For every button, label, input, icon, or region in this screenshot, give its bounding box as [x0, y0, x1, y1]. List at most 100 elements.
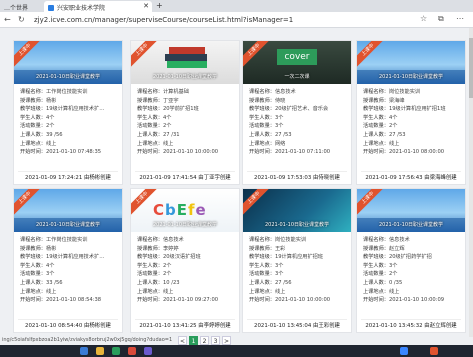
- course-thumbnail[interactable]: 上课中 2021-01-10日职业课堂教学: [357, 41, 465, 84]
- browser-tab-2[interactable]: 兴安职业技术学院 ✕: [44, 1, 152, 12]
- course-grid: 上课中 2021-01-10日职业课堂教学 课程名称：工作岗位技能实训 授课教师：杨彬…: [0, 40, 473, 355]
- detail-students: 学生人数：4个: [20, 262, 55, 269]
- detail-start: 开始时间：2021-01-10 07:11:00: [249, 149, 331, 156]
- course-thumbnail[interactable]: cover 上课中 一次二次课: [243, 41, 351, 84]
- live-ribbon: 上课中: [357, 41, 389, 71]
- thumbnail-caption: 2021-01-10日职业课堂教学: [35, 222, 101, 228]
- live-ribbon: 上课中: [14, 41, 46, 71]
- url-field[interactable]: zjy2.icve.com.cn/manager/superviseCourse…: [34, 16, 293, 24]
- page-button[interactable]: 2: [200, 336, 209, 345]
- detail-start: 开始时间：2021-01-10 08:00:00: [363, 149, 445, 156]
- pagination: <1 2 3 >: [178, 336, 233, 345]
- detail-attendance: 上课人数：39 /56: [20, 131, 63, 138]
- detail-owner: 授课教师：杨彬: [20, 245, 57, 252]
- detail-activities: 活动数量：3个: [20, 271, 55, 278]
- taskbar-app-icon[interactable]: [400, 347, 408, 355]
- collections-icon[interactable]: ⧉: [438, 14, 444, 24]
- detail-activities: 活动数量：2个: [20, 123, 55, 130]
- detail-name: 课程名称：计算机基础: [137, 89, 189, 95]
- detail-class: 教学班级：19级计算机应用技术扩…: [20, 106, 105, 113]
- course-thumbnail[interactable]: 上课中 2021-01-10日职业课堂教学: [243, 189, 351, 232]
- detail-location: 上课地点：网络: [249, 140, 286, 147]
- course-card[interactable]: 上课中 2021-01-10日职业课堂教学 课程名称：岗位技能实训 授课教师：梁海峰教…: [356, 40, 466, 185]
- course-thumbnail[interactable]: 上课中 2021-01-10日职业课堂教学: [14, 41, 122, 84]
- taskbar-app-icon[interactable]: [128, 347, 136, 355]
- detail-class: 教学班级：19级计算机应用扩招1班: [363, 106, 446, 113]
- detail-location: 上课地点：线上: [363, 140, 400, 147]
- course-card[interactable]: CbEfe 上课中 2021-01-10日职业课堂教学 课程名称：信息技术 授课教师：李…: [130, 188, 240, 333]
- detail-owner: 授课教师：王彩: [249, 245, 286, 252]
- card-footer: 2021-01-10 13:41:25 由李婷婷创建: [139, 323, 231, 329]
- detail-students: 学生人数：3个: [249, 262, 284, 269]
- divider: [247, 171, 347, 172]
- next-page-button[interactable]: >: [222, 336, 231, 345]
- detail-attendance: 上课人数：33 /56: [20, 279, 63, 286]
- divider: [361, 319, 461, 320]
- course-card[interactable]: 上课中 2021-01-10日职业课堂教学课程名称：工作岗位技能实训 授课教师：杨彬…: [13, 188, 123, 333]
- tab-label: 兴安职业技术学院: [57, 5, 106, 12]
- live-ribbon: 上课中: [243, 189, 275, 219]
- taskbar-app-icon[interactable]: [80, 347, 88, 355]
- close-icon[interactable]: ✕: [143, 2, 149, 10]
- course-card[interactable]: 上课中 2021-01-10日职业课堂教学 课程名称：岗位技能实训 授课教师：王彩 教学…: [242, 188, 352, 333]
- detail-start: 开始时间：2021-01-10 09:27:00: [137, 297, 219, 304]
- course-thumbnail[interactable]: 上课中 2021-01-10日职业课堂教学: [357, 189, 465, 232]
- detail-name: 课程名称：工作岗位技能实训: [20, 237, 88, 243]
- live-ribbon: 上课中: [243, 41, 275, 71]
- menu-icon[interactable]: ⋯: [456, 14, 464, 23]
- taskbar-app-icon[interactable]: [430, 347, 438, 355]
- page-button[interactable]: 3: [211, 336, 220, 345]
- course-thumbnail[interactable]: 上课中 2021-01-10日职业课堂教学: [131, 41, 239, 84]
- course-thumbnail[interactable]: CbEfe 上课中 2021-01-10日职业课堂教学: [131, 189, 239, 232]
- detail-class: 教学班级：19计算机应用扩招班: [249, 254, 324, 261]
- divider: [361, 171, 461, 172]
- detail-attendance: 上课人数：10 /23: [137, 279, 180, 286]
- detail-class: 教学班级：20级扩招药学扩招: [363, 254, 432, 261]
- taskbar-app-icon[interactable]: [112, 347, 120, 355]
- course-details: 课程名称：计算机基础 授课教师：丁亚宇 教学班级：20学前扩招1班 学生人数：4个 活动…: [137, 88, 237, 157]
- refresh-icon[interactable]: ↻: [18, 15, 25, 24]
- taskbar-app-icon[interactable]: [96, 347, 104, 355]
- detail-location: 上课地点：线上: [20, 288, 57, 295]
- scrollbar[interactable]: [469, 28, 473, 337]
- new-tab-icon[interactable]: +: [156, 1, 163, 10]
- course-card[interactable]: 上课中 2021-01-10日职业课堂教学 课程名称：信息技术 授课教师：赵立辉 教学班…: [356, 188, 466, 333]
- live-ribbon: 上课中: [14, 189, 46, 219]
- divider: [135, 171, 235, 172]
- detail-location: 上课地点：线上: [363, 288, 400, 295]
- back-icon[interactable]: ←: [4, 15, 11, 24]
- course-details: 课程名称：岗位技能实训 授课教师：王彩 教学班级：19计算机应用扩招班 学生人数：3个…: [249, 236, 349, 305]
- course-details: 课程名称：信息技术 授课教师：赵立辉 教学班级：20级扩招药学扩招 学生人数：3个 活动…: [363, 236, 463, 305]
- divider: [135, 319, 235, 320]
- browser-tab-1[interactable]: …个世界: [0, 1, 42, 12]
- detail-students: 学生人数：2个: [137, 262, 172, 269]
- favorite-icon[interactable]: ☆: [420, 14, 427, 23]
- course-card[interactable]: cover 上课中 一次二次课 课程名称：信息技术 授课教师：侍晓 教学班级：20级扩招艺…: [242, 40, 352, 185]
- card-footer: 2021-01-10 13:45:04 由王彩创建: [254, 323, 340, 329]
- card-footer: 2021-01-09 17:53:03 由侍晓创建: [254, 175, 340, 181]
- prev-page-button[interactable]: <: [178, 336, 187, 345]
- page-button[interactable]: 1: [189, 336, 198, 345]
- detail-attendance: 上课人数：0 /35: [363, 279, 403, 286]
- detail-start: 开始时间：2021-01-10 07:48:35: [20, 149, 102, 156]
- course-card[interactable]: 上课中 2021-01-10日职业课堂教学课程名称：计算机基础 授课教师：丁亚宇教学…: [130, 40, 240, 185]
- course-details: 课程名称：信息技术 授课教师：李婷婷 教学班级：20级汉语扩招班 学生人数：2个 活动数…: [137, 236, 237, 305]
- course-details: 课程名称：信息技术 授课教师：侍晓 教学班级：20级扩招艺术、音乐会 学生人数：3个活…: [249, 88, 349, 157]
- detail-class: 教学班级：20级汉语扩招班: [137, 254, 201, 261]
- thumbnail-caption: 2021-01-10日职业课堂教学: [152, 74, 218, 80]
- detail-students: 学生人数：3个: [363, 262, 398, 269]
- status-bar: ing/c5oiafslfpxbzoa2b1yiw/zviakys8orbruj…: [2, 337, 173, 343]
- divider: [18, 319, 118, 320]
- scrollbar-thumb[interactable]: [469, 38, 473, 98]
- detail-location: 上课地点：线上: [249, 288, 286, 295]
- course-card[interactable]: 上课中 2021-01-10日职业课堂教学 课程名称：工作岗位技能实训 授课教师：杨彬…: [13, 40, 123, 185]
- detail-name: 课程名称：信息技术: [363, 237, 410, 243]
- detail-class: 教学班级：20级扩招艺术、音乐会: [249, 106, 329, 113]
- taskbar-app-icon[interactable]: [144, 347, 152, 355]
- detail-class: 教学班级：19级计算机应用技术扩…: [20, 254, 105, 261]
- detail-owner: 授课教师：丁亚宇: [137, 97, 179, 104]
- thumbnail-caption: 2021-01-10日职业课堂教学: [378, 74, 444, 80]
- detail-class: 教学班级：20学前扩招1班: [137, 106, 199, 113]
- course-details: 课程名称：工作岗位技能实训 授课教师：杨彬 教学班级：19级计算机应用技术扩… 学生人…: [20, 88, 120, 157]
- course-thumbnail[interactable]: 上课中 2021-01-10日职业课堂教学: [14, 189, 122, 232]
